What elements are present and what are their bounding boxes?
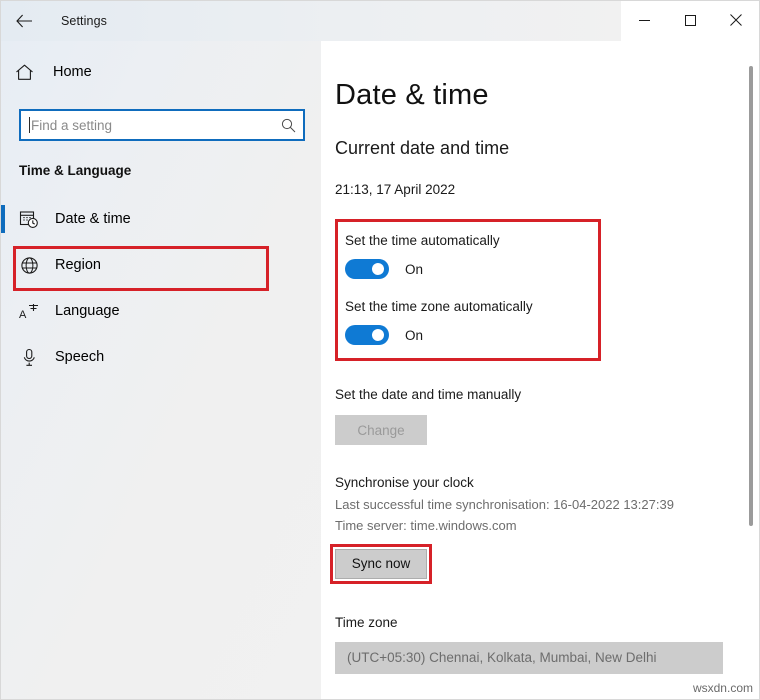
search-icon[interactable] bbox=[273, 118, 303, 133]
timezone-section: Time zone (UTC+05:30) Chennai, Kolkata, … bbox=[335, 615, 759, 674]
minimize-button[interactable] bbox=[621, 1, 667, 41]
auto-timezone-toggle[interactable] bbox=[345, 325, 389, 345]
sidebar-group-title: Time & Language bbox=[19, 163, 132, 178]
last-sync-text: Last successful time synchronisation: 16… bbox=[335, 497, 674, 512]
minimize-icon bbox=[638, 14, 650, 29]
sidebar-item-label: Region bbox=[55, 257, 101, 273]
sync-heading: Synchronise your clock bbox=[335, 475, 474, 490]
scrollbar-thumb[interactable] bbox=[749, 66, 753, 526]
search-input[interactable] bbox=[30, 117, 273, 133]
sync-section: Synchronise your clock Last successful t… bbox=[330, 475, 759, 584]
content-scrollbar[interactable] bbox=[747, 41, 755, 699]
auto-timezone-toggle-row: On bbox=[345, 325, 601, 345]
change-button[interactable]: Change bbox=[335, 415, 427, 445]
app-title: Settings bbox=[61, 14, 107, 28]
settings-window: Settings Home Find a setting Time & Lang… bbox=[0, 0, 760, 700]
manual-section: Set the date and time manually Change bbox=[335, 387, 759, 445]
microphone-icon bbox=[15, 348, 43, 367]
title-bar-left: Settings bbox=[1, 1, 621, 41]
sidebar-item-label: Language bbox=[55, 303, 120, 319]
sidebar: Home Time & Language bbox=[1, 41, 321, 699]
toggle-knob bbox=[372, 329, 384, 341]
svg-text:A: A bbox=[19, 309, 27, 321]
language-icon: A bbox=[15, 302, 43, 321]
auto-time-state: On bbox=[405, 261, 424, 277]
sidebar-item-home[interactable]: Home bbox=[1, 55, 321, 89]
close-icon bbox=[730, 13, 742, 29]
sidebar-item-speech[interactable]: Speech bbox=[1, 334, 321, 380]
timezone-heading: Time zone bbox=[335, 614, 398, 630]
home-icon bbox=[15, 64, 41, 81]
calendar-clock-icon bbox=[15, 209, 43, 229]
content-pane: Date & time Current date and time 21:13,… bbox=[321, 41, 759, 699]
sidebar-item-label: Date & time bbox=[55, 211, 131, 227]
current-date-time-heading: Current date and time bbox=[335, 138, 510, 158]
back-arrow-icon bbox=[15, 14, 33, 28]
sidebar-nav: Date & time Region A Language Speech bbox=[1, 196, 321, 380]
toggle-knob bbox=[372, 263, 384, 275]
sidebar-item-date-time[interactable]: Date & time bbox=[1, 196, 321, 242]
auto-time-toggle-row: On bbox=[345, 259, 601, 279]
globe-icon bbox=[15, 256, 43, 275]
window-body: Home Time & Language bbox=[1, 41, 759, 699]
search-box[interactable] bbox=[19, 109, 305, 141]
maximize-icon bbox=[684, 14, 696, 29]
current-date-time-value: 21:13, 17 April 2022 bbox=[335, 182, 456, 197]
watermark: wsxdn.com bbox=[692, 681, 753, 695]
auto-timezone-state: On bbox=[405, 327, 424, 343]
sidebar-item-region[interactable]: Region bbox=[1, 242, 321, 288]
time-server-text: Time server: time.windows.com bbox=[335, 517, 517, 533]
auto-timezone-label: Set the time zone automatically bbox=[345, 299, 533, 314]
window-controls bbox=[621, 1, 759, 41]
back-button[interactable] bbox=[1, 1, 47, 41]
auto-settings-group: Set the time automatically On Set the ti… bbox=[335, 219, 601, 361]
title-bar: Settings bbox=[1, 1, 759, 41]
auto-time-toggle[interactable] bbox=[345, 259, 389, 279]
maximize-button[interactable] bbox=[667, 1, 713, 41]
timezone-dropdown[interactable]: (UTC+05:30) Chennai, Kolkata, Mumbai, Ne… bbox=[335, 641, 723, 674]
home-label: Home bbox=[53, 64, 92, 80]
close-button[interactable] bbox=[713, 1, 759, 41]
sync-button-wrapper: Sync now bbox=[330, 543, 432, 584]
sync-now-button[interactable]: Sync now bbox=[335, 548, 427, 579]
auto-time-label: Set the time automatically bbox=[345, 233, 500, 248]
sidebar-item-label: Speech bbox=[55, 349, 105, 365]
sidebar-item-language[interactable]: A Language bbox=[1, 288, 321, 334]
page-title: Date & time bbox=[335, 79, 489, 111]
manual-label: Set the date and time manually bbox=[335, 387, 522, 402]
